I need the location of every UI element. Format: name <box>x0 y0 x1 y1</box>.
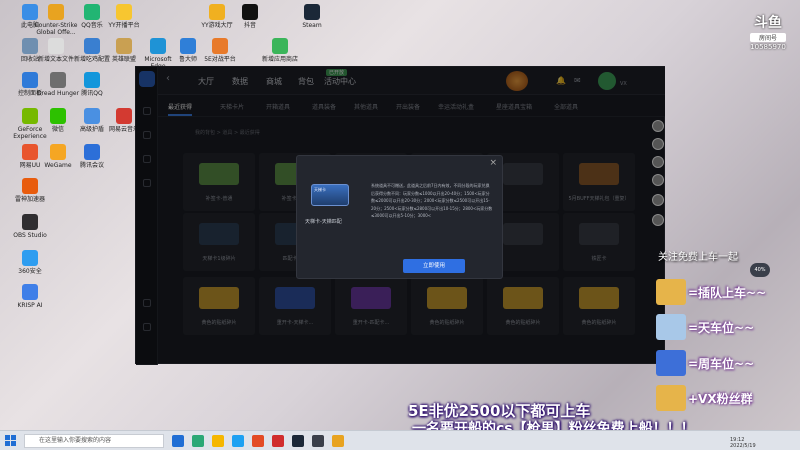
taskbar-app-icon[interactable] <box>332 435 344 447</box>
desktop-icon-label: OBS Studio <box>13 232 47 239</box>
desktop-icon[interactable]: 360安全 <box>8 250 52 275</box>
app-icon <box>84 38 100 54</box>
desktop-icon[interactable]: 腾讯会议 <box>70 144 114 169</box>
widget-ring[interactable] <box>652 194 664 206</box>
desktop-icon-label: Steam <box>302 22 322 29</box>
windows-start-icon[interactable] <box>5 435 17 447</box>
item-modal: × 天梯卡 天梯卡-天梯匹配 系统道具不可赠送，此道具之后前7日内有效，不同分段… <box>296 155 503 279</box>
app-icon <box>48 4 64 20</box>
desktop-icon-label: YY开播平台 <box>108 22 140 29</box>
douyu-watermark: 斗鱼 房间号 10585970 <box>746 12 790 51</box>
app-icon <box>50 108 66 124</box>
app-icon <box>22 178 38 194</box>
widget-ring[interactable] <box>652 214 664 226</box>
ladder-card-image: 天梯卡 <box>311 184 349 206</box>
desktop-icon[interactable]: KRISP AI <box>8 284 52 309</box>
promo-text: +VX粉丝群 <box>688 392 753 406</box>
desktop-icon-label: 360安全 <box>18 268 42 275</box>
modal-description: 系统道具不可赠送，此道具之后前7日内有效，不同分段的玩家兑换后获得分数不同：玩家… <box>371 183 493 219</box>
desktop-icon-label: 腾讯QQ <box>81 90 103 97</box>
taskbar-app-icon[interactable] <box>272 435 284 447</box>
app-icon <box>116 108 132 124</box>
ladder-card-text: 天梯卡 <box>314 187 326 192</box>
promo-row: =天车位~~ <box>656 314 800 340</box>
promo-row: =插队上车~~ <box>656 279 800 305</box>
desktop-icon-label: KRISP AI <box>17 302 43 309</box>
promo-title: 关注免费上车一起 <box>658 252 738 263</box>
desktop-icon[interactable]: 新增应用商店 <box>258 38 302 63</box>
desktop-icon[interactable]: Steam <box>290 4 334 29</box>
taskbar: 在这里输入你要搜索的内容 19:12 2022/5/19 <box>0 430 800 450</box>
desktop-icon[interactable]: YY开播平台 <box>102 4 146 29</box>
desktop-icon-label: 腾讯会议 <box>79 162 104 169</box>
desktop-icon-label: 5E对战平台 <box>204 56 236 63</box>
taskbar-app-icon[interactable] <box>312 435 324 447</box>
app-icon <box>84 108 100 124</box>
app-icon <box>50 144 66 160</box>
promo-row: =周车位~~ <box>656 350 800 376</box>
promo-text: =周车位~~ <box>688 357 755 371</box>
taskbar-app-icon[interactable] <box>232 435 244 447</box>
app-icon <box>22 284 38 300</box>
taskbar-app-icon[interactable] <box>252 435 264 447</box>
desktop-icon-label: 雷神加速器 <box>14 196 45 203</box>
widget-ring[interactable] <box>652 174 664 186</box>
taskbar-app-icon[interactable] <box>192 435 204 447</box>
desktop-icon[interactable]: 雷神加速器 <box>8 178 52 203</box>
promo-icon <box>656 350 686 376</box>
widget-ring[interactable] <box>652 156 664 168</box>
app-icon <box>84 144 100 160</box>
app-icon <box>180 38 196 54</box>
app-icon <box>272 38 288 54</box>
room-number: 10585970 <box>750 43 786 51</box>
app-icon <box>209 4 225 20</box>
app-icon <box>116 4 132 20</box>
modal-item-name: 天梯卡-天梯匹配 <box>305 219 342 225</box>
clock-date: 2022/5/19 <box>730 443 756 449</box>
app-icon <box>22 250 38 266</box>
taskbar-app-icon[interactable] <box>292 435 304 447</box>
promo-icon <box>656 314 686 340</box>
use-now-button[interactable]: 立即使用 <box>403 259 465 273</box>
desktop-icon[interactable]: OBS Studio <box>8 214 52 239</box>
douyu-logo: 斗鱼 <box>754 15 782 31</box>
promo-text: =插队上车~~ <box>688 286 767 300</box>
desktop-icon[interactable]: 5E对战平台 <box>198 38 242 63</box>
promo-icon <box>656 385 686 411</box>
close-icon[interactable]: × <box>489 158 497 168</box>
app-icon <box>50 72 66 88</box>
desktop-icon[interactable]: 抖音 <box>228 4 272 29</box>
taskbar-app-icon[interactable] <box>212 435 224 447</box>
app-icon <box>48 38 64 54</box>
app-icon <box>84 72 100 88</box>
desktop-icon[interactable]: 腾讯QQ <box>70 72 114 97</box>
speed-badge: 40% <box>750 263 770 277</box>
app-icon <box>150 38 166 54</box>
promo-icon <box>656 279 686 305</box>
room-label: 房间号 <box>750 33 786 42</box>
widget-ring[interactable] <box>652 138 664 150</box>
taskbar-search-input[interactable]: 在这里输入你要搜索的内容 <box>24 434 164 448</box>
taskbar-app-icon[interactable] <box>172 435 184 447</box>
system-tray: 19:12 2022/5/19 <box>730 437 756 449</box>
app-icon <box>116 38 132 54</box>
app-icon <box>304 4 320 20</box>
app-icon <box>84 4 100 20</box>
promo-row: +VX粉丝群 <box>656 385 800 411</box>
widget-ring[interactable] <box>652 120 664 132</box>
promo-text: =天车位~~ <box>688 321 755 335</box>
app-icon <box>242 4 258 20</box>
desktop-icon-label: 抖音 <box>243 22 256 29</box>
app-icon <box>22 214 38 230</box>
desktop-icon-label: 新增应用商店 <box>261 56 298 63</box>
app-icon <box>212 38 228 54</box>
